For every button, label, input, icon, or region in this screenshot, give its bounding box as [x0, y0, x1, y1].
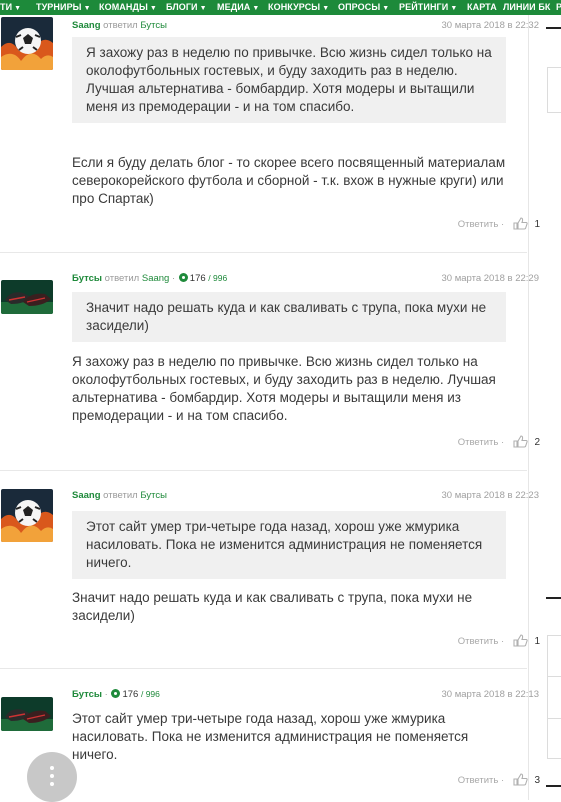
- comment-divider: [0, 252, 527, 253]
- nav-item-media[interactable]: МЕДИА ▼: [217, 2, 259, 12]
- comment-actions: Ответить · 1: [458, 634, 540, 650]
- separator-dot: ·: [104, 689, 108, 700]
- separator-dot: ·: [171, 273, 176, 284]
- comment-reply-to[interactable]: Бутсы: [140, 20, 167, 31]
- like-count: 3: [534, 775, 540, 786]
- comment-quote: Этот сайт умер три-четыре года назад, хо…: [72, 511, 506, 579]
- nav-item-ratings[interactable]: РЕЙТИНГИ ▼: [399, 2, 457, 12]
- comment-actions: Ответить · 3: [458, 773, 540, 789]
- sidebar-border: [528, 15, 529, 800]
- sidebar-dash: [546, 27, 561, 29]
- reply-button[interactable]: Ответить: [458, 775, 499, 786]
- user-rating-max: / 996: [208, 273, 228, 283]
- comment-verb: ответил: [103, 490, 138, 501]
- comment-author[interactable]: Saang: [72, 490, 101, 501]
- avatar-butsy[interactable]: [1, 280, 53, 314]
- comment-meta: Бутсы · 176 / 996: [72, 689, 160, 700]
- comment-date: 30 марта 2018 в 22:23: [441, 490, 540, 501]
- comment-date: 30 марта 2018 в 22:32: [441, 20, 540, 31]
- comment-text: Если я буду делать блог - то скорее всег…: [72, 155, 506, 206]
- like-count: 2: [534, 437, 540, 448]
- comment-text: Я захожу раз в неделю по привычке. Всю ж…: [72, 354, 496, 423]
- comment-actions: Ответить · 1: [458, 217, 540, 233]
- rating-icon: [111, 689, 121, 698]
- avatar-saang[interactable]: [1, 17, 53, 70]
- thumb-up-icon[interactable]: [513, 435, 528, 451]
- like-count: 1: [534, 636, 540, 647]
- reply-button[interactable]: Ответить: [458, 636, 499, 647]
- comment-date: 30 марта 2018 в 22:29: [441, 273, 540, 284]
- nav-item-tournaments[interactable]: ТУРНИРЫ ▼: [36, 2, 91, 12]
- nav-item-teams[interactable]: КОМАНДЫ ▼: [99, 2, 157, 12]
- comment-meta: Saang ответил Бутсы: [72, 490, 167, 501]
- nav-item-0[interactable]: ТИ ▼: [0, 2, 21, 12]
- comment-quote: Значит надо решать куда и как сваливать …: [72, 292, 506, 342]
- thumb-up-icon[interactable]: [513, 217, 528, 233]
- sidebar-dash: [546, 597, 561, 599]
- nav-item-blogs[interactable]: БЛОГИ ▼: [166, 2, 207, 12]
- comment-reply-to[interactable]: Бутсы: [140, 490, 167, 501]
- like-count: 1: [534, 219, 540, 230]
- comment-meta: Saang ответил Бутсы: [72, 20, 167, 31]
- reply-button[interactable]: Ответить: [458, 219, 499, 230]
- sidebar-widget-box: [547, 67, 561, 113]
- user-rating: 176: [189, 273, 206, 284]
- separator-dot: ·: [500, 775, 505, 786]
- reply-button[interactable]: Ответить: [458, 437, 499, 448]
- comment-quote: Я захожу раз в неделю по привычке. Всю ж…: [72, 37, 506, 123]
- nav-item-cut[interactable]: Р: [556, 2, 561, 12]
- avatar-butsy[interactable]: [1, 697, 53, 731]
- more-options-button[interactable]: [27, 752, 77, 802]
- nav-item-polls[interactable]: ОПРОСЫ ▼: [338, 2, 389, 12]
- comment-date: 30 марта 2018 в 22:13: [441, 689, 540, 700]
- comment-author[interactable]: Saang: [72, 20, 101, 31]
- nav-item-bookmaker-lines[interactable]: ЛИНИИ БК: [503, 2, 550, 12]
- comment-divider: [0, 470, 527, 471]
- separator-dot: ·: [500, 219, 505, 230]
- sidebar-widget-box: [547, 635, 561, 759]
- comment-author[interactable]: Бутсы: [72, 689, 102, 700]
- comment-divider: [0, 668, 527, 669]
- comment-reply-to[interactable]: Saang: [142, 273, 169, 284]
- comment-text: Этот сайт умер три-четыре года назад, хо…: [72, 711, 469, 762]
- comment-text: Значит надо решать куда и как сваливать …: [72, 590, 473, 623]
- separator-dot: ·: [500, 437, 505, 448]
- rating-icon: [178, 273, 188, 282]
- sidebar-dash: [546, 785, 561, 787]
- comment-verb: ответил: [104, 273, 140, 284]
- nav-item-contests[interactable]: КОНКУРСЫ ▼: [268, 2, 329, 12]
- nav-item-map[interactable]: КАРТА: [467, 2, 497, 12]
- thumb-up-icon[interactable]: [513, 634, 528, 650]
- avatar-saang[interactable]: [1, 489, 53, 542]
- thumb-up-icon[interactable]: [513, 773, 528, 789]
- user-rating-max: / 996: [140, 689, 160, 699]
- comment-verb: ответил: [103, 20, 138, 31]
- comment-author[interactable]: Бутсы: [72, 273, 102, 284]
- comment-actions: Ответить · 2: [458, 435, 540, 451]
- user-rating: 176: [122, 689, 139, 700]
- separator-dot: ·: [500, 636, 505, 647]
- comment-meta: Бутсы ответил Saang · 176 / 996: [72, 273, 227, 284]
- right-sidebar: [528, 15, 561, 800]
- top-navigation-bar: ТИ ▼ ТУРНИРЫ ▼ КОМАНДЫ ▼ БЛОГИ ▼ МЕДИА ▼ КОНК…: [0, 0, 561, 15]
